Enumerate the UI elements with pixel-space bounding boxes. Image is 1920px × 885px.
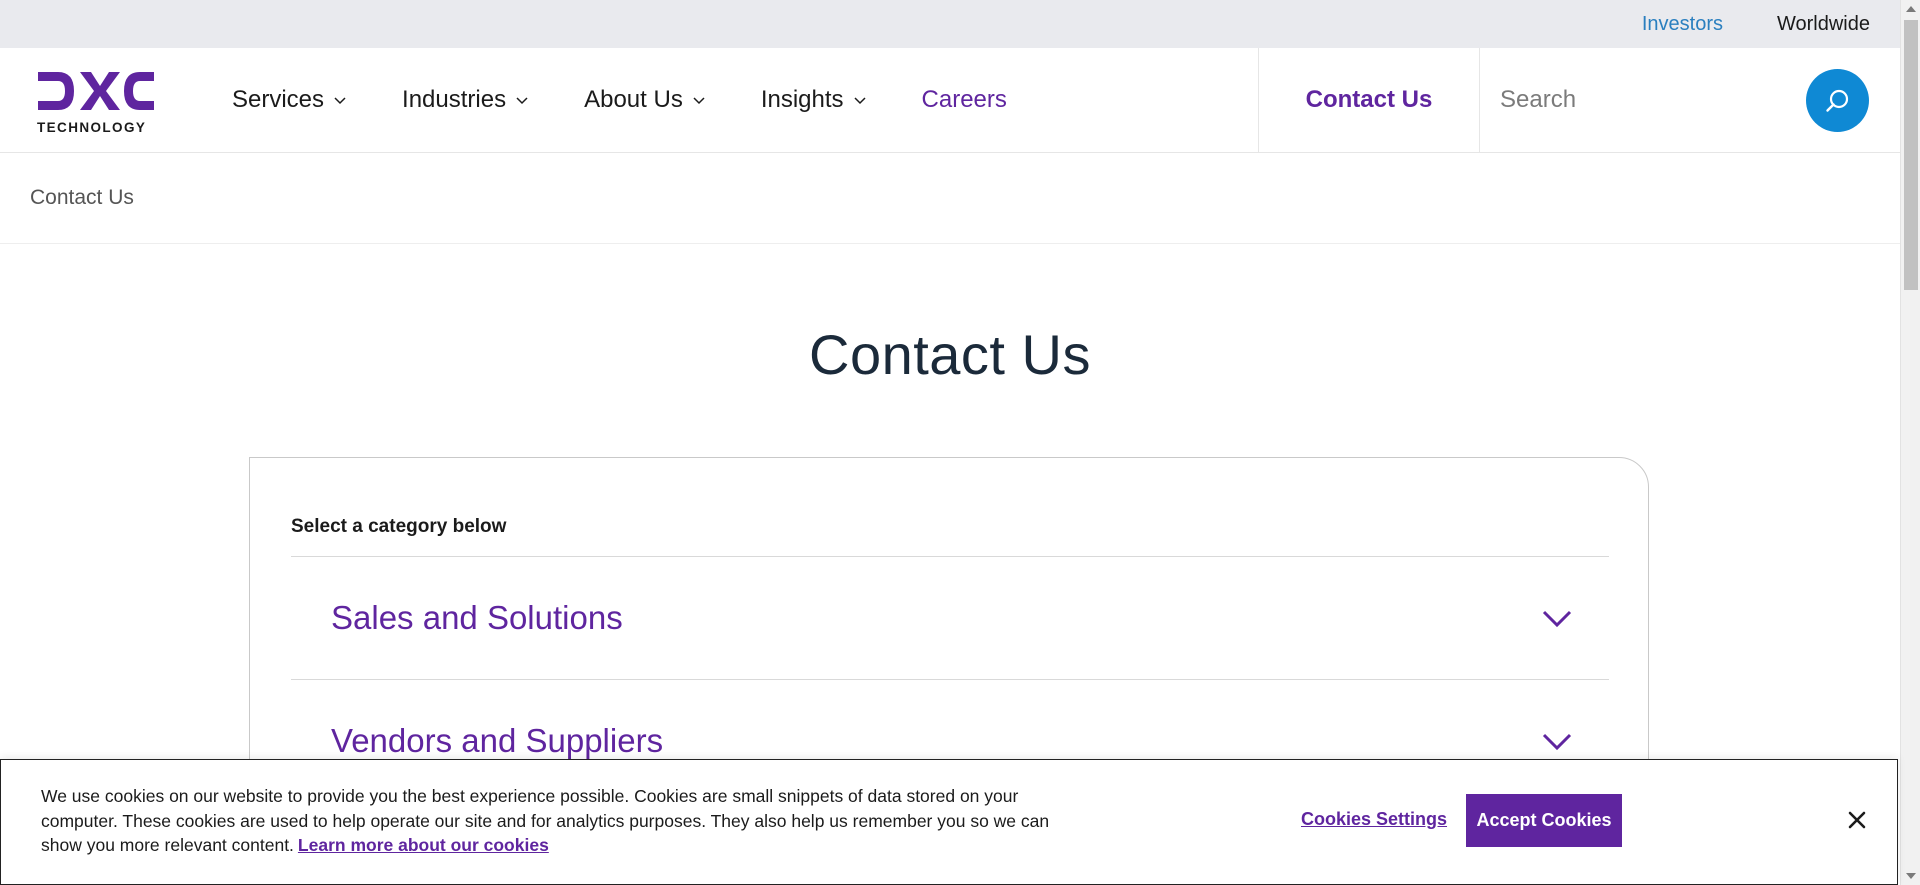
nav-item-label: Services bbox=[232, 86, 325, 113]
scroll-down-arrow-icon[interactable] bbox=[1906, 873, 1916, 879]
breadcrumb: Contact Us bbox=[0, 153, 1900, 244]
nav-item-label: Careers bbox=[921, 86, 1007, 113]
search-button[interactable] bbox=[1806, 69, 1869, 132]
investors-link[interactable]: Investors bbox=[1642, 13, 1723, 36]
breadcrumb-current: Contact Us bbox=[30, 186, 134, 209]
main-nav: Services Industries About Us Insights Ca… bbox=[232, 48, 1063, 152]
contact-us-button[interactable]: Contact Us bbox=[1258, 48, 1480, 152]
page-title: Contact Us bbox=[809, 323, 1091, 386]
accordion-sales-and-solutions[interactable]: Sales and Solutions bbox=[291, 557, 1609, 679]
nav-item-industries[interactable]: Industries bbox=[402, 86, 528, 114]
chevron-down-icon bbox=[334, 97, 346, 105]
nav-item-label: About Us bbox=[584, 86, 683, 113]
cookie-banner: We use cookies on our website to provide… bbox=[0, 759, 1898, 885]
category-label: Select a category below bbox=[291, 516, 507, 537]
chevron-down-icon bbox=[854, 97, 866, 105]
utility-bar: Investors Worldwide bbox=[0, 0, 1900, 48]
dxc-logo[interactable]: TECHNOLOGY bbox=[36, 68, 158, 135]
nav-item-label: Insights bbox=[760, 86, 844, 113]
cookies-settings-link[interactable]: Cookies Settings bbox=[1301, 809, 1447, 830]
accordion-label: Vendors and Suppliers bbox=[331, 722, 664, 759]
site-header: TECHNOLOGY Services Industries About Us … bbox=[0, 48, 1900, 153]
nav-item-careers[interactable]: Careers bbox=[922, 86, 1007, 114]
page-scrollbar[interactable] bbox=[1900, 0, 1920, 885]
scroll-up-arrow-icon[interactable] bbox=[1906, 6, 1916, 12]
chevron-down-icon bbox=[1542, 610, 1572, 628]
search-input[interactable] bbox=[1481, 78, 1781, 122]
nav-item-label: Industries bbox=[402, 86, 507, 113]
dxc-logo-mark bbox=[38, 72, 154, 110]
nav-item-services[interactable]: Services bbox=[232, 86, 346, 114]
search-icon bbox=[1825, 89, 1848, 112]
accept-cookies-button[interactable]: Accept Cookies bbox=[1466, 794, 1622, 847]
accordion-label: Sales and Solutions bbox=[331, 599, 623, 636]
chevron-down-icon bbox=[693, 97, 705, 105]
nav-item-insights[interactable]: Insights bbox=[761, 86, 866, 114]
scrollbar-thumb[interactable] bbox=[1904, 20, 1918, 290]
chevron-down-icon bbox=[1542, 733, 1572, 751]
cookie-message: We use cookies on our website to provide… bbox=[41, 784, 1051, 858]
nav-item-about-us[interactable]: About Us bbox=[584, 86, 705, 114]
worldwide-selector[interactable]: Worldwide bbox=[1777, 13, 1870, 36]
logo-wordmark: TECHNOLOGY bbox=[37, 120, 147, 135]
close-icon[interactable] bbox=[1847, 810, 1867, 830]
learn-more-cookies-link[interactable]: Learn more about our cookies bbox=[298, 835, 549, 855]
chevron-down-icon bbox=[516, 97, 528, 105]
